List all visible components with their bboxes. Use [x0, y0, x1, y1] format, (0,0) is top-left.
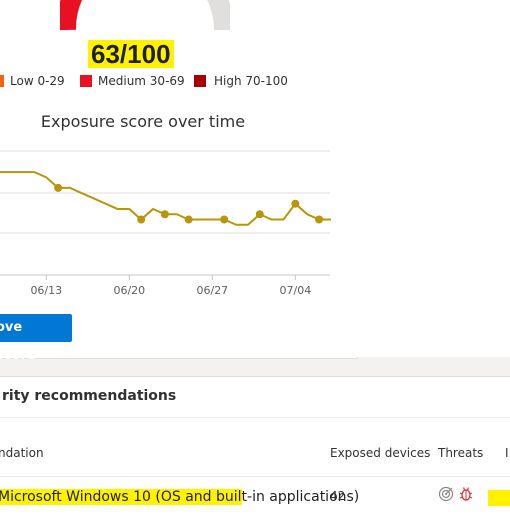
- data-point[interactable]: [291, 199, 300, 208]
- data-point[interactable]: [220, 215, 229, 224]
- exposure-line-chart: 06/13 06/20 06/27 07/04: [0, 150, 331, 297]
- exposure-gauge: [60, 0, 230, 31]
- improve-score-label: ove score: [0, 320, 36, 363]
- chart-title: Exposure score over time: [40, 112, 246, 131]
- gauge-fill: [60, 0, 83, 31]
- threat-target-icon: [438, 486, 454, 502]
- legend-swatch-low: [0, 75, 4, 87]
- column-header-name[interactable]: ndation: [0, 446, 44, 460]
- data-point[interactable]: [184, 215, 193, 224]
- right-pane: [357, 0, 510, 357]
- exposed-devices-count: 42: [330, 489, 346, 503]
- legend-label-medium: Medium 30-69: [98, 74, 185, 88]
- legend-swatch-medium: [80, 75, 92, 87]
- column-header-threats[interactable]: Threats: [438, 446, 483, 460]
- x-tick-label: 07/04: [280, 284, 312, 297]
- divider: [0, 417, 510, 418]
- improve-score-button[interactable]: ove score: [0, 314, 72, 363]
- data-point[interactable]: [54, 183, 63, 192]
- x-tick-label: 06/13: [30, 284, 62, 297]
- data-point[interactable]: [255, 210, 264, 219]
- x-tick-label: 06/27: [196, 284, 228, 297]
- threat-bug-icon: [459, 487, 473, 501]
- recommendation-name-highlighted: Microsoft Windows 10 (OS and buil: [0, 489, 242, 505]
- chart-series: [0, 171, 331, 226]
- data-point[interactable]: [137, 215, 146, 224]
- data-point[interactable]: [315, 215, 324, 224]
- chart-x-ticks: 06/13 06/20 06/27 07/04: [30, 275, 311, 297]
- data-point[interactable]: [160, 210, 169, 219]
- legend-label-high: High 70-100: [214, 74, 288, 88]
- x-tick-label: 06/20: [113, 284, 145, 297]
- legend-swatch-high: [194, 75, 206, 87]
- highlight-marker: [488, 490, 510, 506]
- column-header-exposed-devices[interactable]: Exposed devices: [330, 446, 430, 460]
- section-title: rity recommendations: [2, 388, 177, 404]
- exposure-score-value: 63/100: [88, 40, 174, 68]
- gauge-track: [60, 0, 230, 31]
- column-header-extra[interactable]: I: [505, 446, 509, 460]
- divider: [0, 476, 510, 477]
- table-row-name[interactable]: Microsoft Windows 10 (OS and built-in ap…: [0, 486, 359, 508]
- legend-label-low: Low 0-29: [10, 74, 65, 88]
